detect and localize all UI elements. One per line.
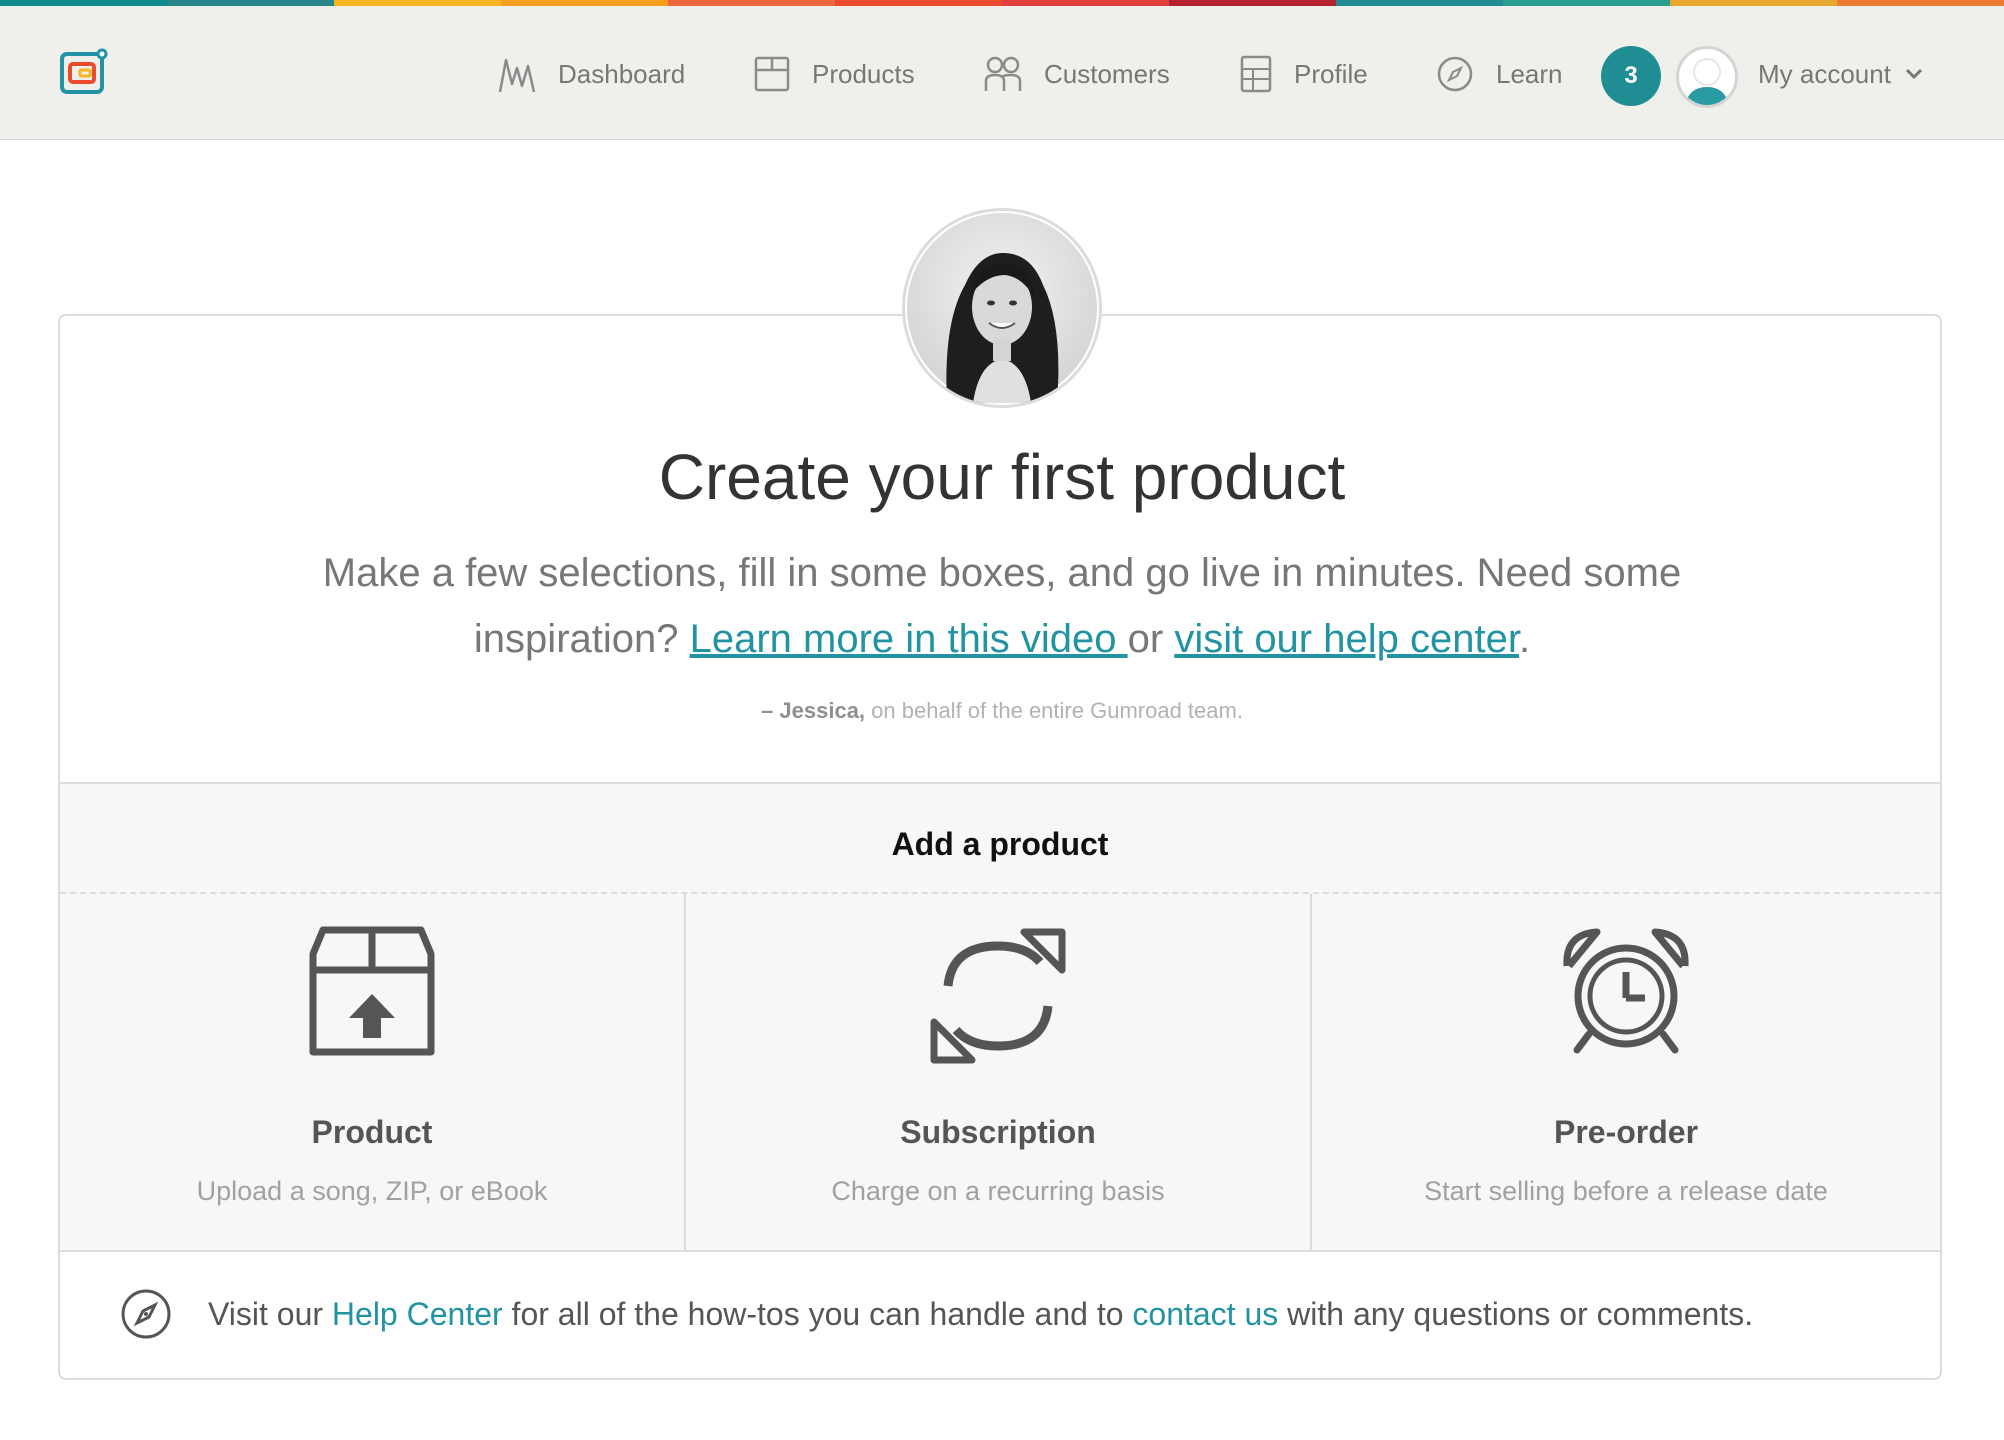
nav-dashboard-label: Dashboard xyxy=(558,58,686,89)
alarm-clock-icon xyxy=(1559,926,1693,1065)
nav-learn-label: Learn xyxy=(1496,58,1563,89)
dashboard-icon xyxy=(498,58,536,93)
help-text: Visit our Help Center for all of the how… xyxy=(208,1296,1753,1333)
nav-customers-label: Customers xyxy=(1044,58,1170,89)
signature-name: – Jessica, xyxy=(761,698,866,723)
user-silhouette-icon xyxy=(1685,58,1729,105)
top-navigation: Dashboard Products Customers Profile Lea… xyxy=(0,6,2004,140)
option-product-description: Upload a song, ZIP, or eBook xyxy=(196,1176,548,1206)
nav-dashboard[interactable]: Dashboard xyxy=(498,42,685,106)
option-subscription-title: Subscription xyxy=(900,1114,1096,1150)
intro-paragraph: Make a few selections, fill in some boxe… xyxy=(240,540,1764,672)
option-preorder-description: Start selling before a release date xyxy=(1424,1176,1828,1206)
option-preorder[interactable]: Pre-order Start selling before a release… xyxy=(1312,894,1940,1252)
help-footer: Visit our Help Center for all of the how… xyxy=(60,1252,1940,1376)
nav-products-label: Products xyxy=(812,58,915,89)
nav-profile-label: Profile xyxy=(1294,58,1368,89)
signature: – Jessica, on behalf of the entire Gumro… xyxy=(0,698,2004,724)
notification-badge[interactable]: 3 xyxy=(1601,46,1661,106)
chevron-down-icon xyxy=(1905,68,1923,80)
products-icon xyxy=(754,56,790,92)
option-subscription-description: Charge on a recurring basis xyxy=(831,1176,1165,1206)
add-product-title: Add a product xyxy=(891,826,1109,862)
page-title: Create your first product xyxy=(658,441,1346,513)
signature-text: on behalf of the entire Gumroad team. xyxy=(865,698,1243,723)
recurring-icon xyxy=(928,926,1068,1071)
compass-icon xyxy=(1437,56,1473,92)
help-text-3: with any questions or comments. xyxy=(1278,1295,1754,1332)
box-upload-icon xyxy=(307,926,437,1061)
option-subscription[interactable]: Subscription Charge on a recurring basis xyxy=(686,894,1310,1252)
help-text-1: Visit our xyxy=(208,1295,332,1332)
intro-text-or: or xyxy=(1127,617,1175,661)
option-preorder-title: Pre-order xyxy=(1553,1114,1699,1150)
learn-video-link[interactable]: Learn more in this video xyxy=(690,617,1128,661)
help-center-footer-link[interactable]: Help Center xyxy=(332,1296,503,1332)
user-avatar[interactable] xyxy=(1676,46,1738,108)
profile-icon xyxy=(1240,55,1272,93)
intro-text-end: . xyxy=(1518,617,1531,661)
add-product-section: Add a product Product Upload a song, ZIP… xyxy=(60,782,1940,1252)
team-member-avatar xyxy=(902,208,1102,408)
my-account-menu[interactable]: My account xyxy=(1758,42,1923,106)
help-center-link[interactable]: visit our help center xyxy=(1174,617,1519,661)
gumroad-logo-icon[interactable] xyxy=(58,46,110,98)
contact-us-link[interactable]: contact us xyxy=(1132,1296,1278,1332)
nav-products[interactable]: Products xyxy=(754,42,915,106)
my-account-label: My account xyxy=(1758,58,1891,89)
help-text-2: for all of the how-tos you can handle an… xyxy=(502,1295,1133,1332)
customers-icon xyxy=(984,56,1022,91)
option-product-title: Product xyxy=(311,1114,433,1150)
compass-icon xyxy=(121,1289,171,1339)
nav-customers[interactable]: Customers xyxy=(984,42,1170,106)
nav-learn[interactable]: Learn xyxy=(1436,42,1563,106)
option-product[interactable]: Product Upload a song, ZIP, or eBook xyxy=(60,894,684,1252)
nav-profile[interactable]: Profile xyxy=(1240,42,1368,106)
